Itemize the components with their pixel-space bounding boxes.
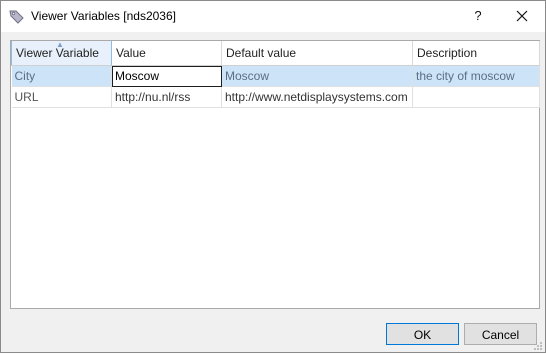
column-header-value[interactable]: Value	[111, 41, 222, 66]
default-value-cell[interactable]: Moscow	[221, 65, 413, 87]
cancel-button[interactable]: Cancel	[464, 323, 537, 345]
close-icon	[516, 10, 528, 22]
table-row[interactable]: URL http://nu.nl/rss http://www.netdispl…	[11, 86, 540, 108]
window-title: Viewer Variables [nds2036]	[31, 9, 176, 23]
variable-name-cell[interactable]: URL	[11, 86, 112, 108]
default-value-cell[interactable]: http://www.netdisplaysystems.com	[221, 86, 413, 108]
title-bar: Viewer Variables [nds2036] ?	[1, 1, 545, 32]
variable-name-cell[interactable]: City	[11, 65, 112, 87]
description-cell[interactable]	[412, 86, 540, 108]
description-cell[interactable]: the city of moscow	[412, 65, 540, 87]
grid-header-row: ▲ Viewer Variable Value Default value De…	[11, 41, 540, 66]
column-header-label: Value	[116, 46, 146, 60]
tag-icon	[9, 9, 25, 25]
column-header-label: Default value	[226, 46, 297, 60]
value-cell[interactable]: http://nu.nl/rss	[111, 86, 222, 108]
help-button[interactable]: ?	[464, 3, 492, 29]
column-header-description[interactable]: Description	[412, 41, 540, 66]
value-edit-input[interactable]: Moscow	[111, 65, 222, 87]
viewer-variables-dialog: Viewer Variables [nds2036] ? ▲ Viewer Va…	[0, 0, 546, 353]
column-header-default-value[interactable]: Default value	[221, 41, 413, 66]
sort-ascending-icon: ▲	[56, 41, 64, 49]
variables-grid[interactable]: ▲ Viewer Variable Value Default value De…	[10, 40, 540, 309]
close-button[interactable]	[507, 3, 537, 29]
column-header-viewer-variable[interactable]: ▲ Viewer Variable	[11, 41, 112, 66]
ok-button[interactable]: OK	[386, 323, 459, 345]
table-row[interactable]: City Moscow Moscow the city of moscow	[11, 65, 540, 87]
column-header-label: Description	[417, 46, 478, 60]
resize-grip-icon[interactable]	[533, 340, 543, 350]
